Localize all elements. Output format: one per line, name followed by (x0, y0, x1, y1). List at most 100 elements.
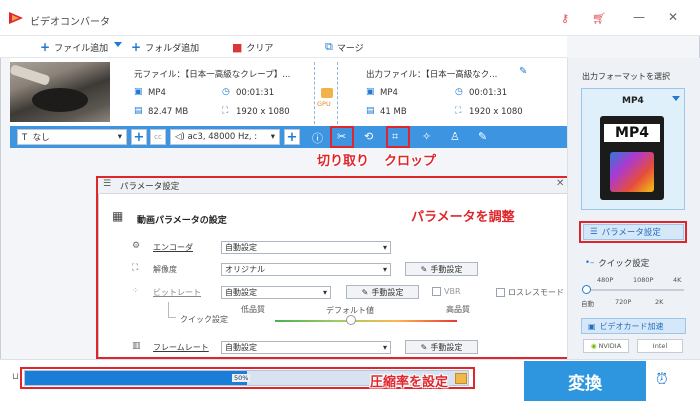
gpu-accel-label: ビデオカード加速 (599, 321, 664, 331)
merge-label: マージ (336, 43, 364, 54)
alarm-clock-icon[interactable]: ⏰︎ (656, 370, 668, 388)
audio-track-select[interactable]: ◁) ac3, 48000 Hz, : ▾ (170, 129, 280, 145)
resolution-slider-track[interactable] (584, 289, 684, 291)
file-size-icon: ⊔ (12, 372, 20, 382)
high-quality-label: 高品質 (446, 305, 470, 314)
convert-button[interactable]: 変換 (524, 361, 646, 401)
chevron-down-icon: ▾ (117, 132, 122, 142)
format-icon: ▣ (366, 87, 375, 97)
quick-settings-text: クイック設定 (598, 259, 650, 269)
add-folder-button[interactable]: + フォルダ追加 (131, 40, 199, 54)
low-quality-label: 低品質 (241, 305, 265, 314)
chevron-down-icon: ▾ (382, 343, 387, 352)
video-thumbnail[interactable] (9, 62, 110, 122)
encoder-select[interactable]: 自動設定 ▾ (221, 241, 391, 254)
vbr-checkbox[interactable]: VBR (432, 287, 461, 296)
encoder-icon: ⚙ (132, 241, 141, 251)
add-audio-button[interactable]: + (284, 129, 300, 145)
gpu-badge: GPU (317, 100, 331, 108)
format-dropdown-icon[interactable] (672, 96, 680, 101)
cut-highlight (330, 126, 354, 148)
source-resolution: 1920 x 1080 (236, 107, 290, 117)
minimize-icon[interactable]: — (633, 10, 645, 24)
format-icon: ▣ (134, 87, 143, 97)
res-2k: 2K (655, 298, 664, 306)
res-1080p: 1080P (633, 276, 654, 284)
gpu-acceleration-button[interactable]: ▣ ビデオカード加速 (581, 318, 686, 334)
rotate-icon[interactable]: ⟲ (364, 130, 373, 143)
quality-slider-track[interactable] (275, 320, 457, 322)
bitrate-label[interactable]: ビットレート (153, 287, 201, 298)
chip-icon: ▣ (588, 321, 596, 331)
info-icon[interactable]: ⓘ (312, 130, 323, 146)
watermark-icon[interactable]: ♙ (450, 130, 460, 143)
resolution-icon: ⛶ (132, 263, 139, 273)
clock-icon: ◷ (455, 87, 463, 97)
adjust-params-annotation: パラメータを調整 (411, 210, 515, 225)
chevron-down-icon: ▾ (322, 288, 327, 297)
crop-annotation: クロップ (384, 154, 437, 169)
vbr-label: VBR (444, 287, 461, 296)
trash-icon: ■ (232, 40, 243, 54)
output-format-label: 出力フォーマットを選択 (582, 72, 670, 81)
bitrate-select[interactable]: 自動設定 ▾ (221, 286, 331, 299)
effects-wand-icon[interactable]: ✧ (422, 130, 431, 143)
nvidia-label: NVIDIA (598, 342, 622, 350)
res-720p: 720P (615, 298, 632, 306)
text-icon: T (22, 133, 33, 143)
edit-pen-icon[interactable]: ✎ (478, 130, 487, 143)
cart-icon[interactable]: 🛒︎ (592, 12, 606, 25)
lossless-label: ロスレスモード (508, 288, 564, 297)
output-file-name: 出力ファイル：【日本一高級なク... (366, 70, 498, 80)
quality-slider-knob[interactable] (346, 315, 356, 325)
app-logo-icon (9, 12, 23, 24)
cc-icon[interactable]: cc (150, 129, 166, 145)
bitrate-manual-button[interactable]: ✎ 手動設定 (346, 285, 419, 299)
res-480p: 480P (597, 276, 614, 284)
add-subtitle-button[interactable]: + (131, 129, 147, 145)
clear-button[interactable]: ■ クリア (232, 40, 273, 54)
window-title: ビデオコンバータ (30, 17, 110, 28)
nvidia-eye-icon: ◉ (590, 342, 599, 350)
output-duration: 00:01:31 (469, 88, 508, 98)
pencil-icon: ✎ (420, 342, 428, 352)
bitrate-icon: ⁘ (132, 286, 139, 295)
resolution-select[interactable]: オリジナル ▾ (221, 263, 391, 276)
param-button-highlight (579, 221, 687, 243)
framerate-icon: ▥ (132, 341, 141, 351)
res-4k: 4K (673, 276, 682, 284)
framerate-select[interactable]: 自動設定 ▾ (221, 341, 391, 354)
chevron-down-icon: ▾ (382, 265, 387, 274)
checkbox (432, 287, 441, 296)
audio-track-value: ac3, 48000 Hz, : (187, 132, 258, 142)
lossless-checkbox[interactable]: ロスレスモード (496, 287, 564, 298)
source-format: MP4 (148, 88, 166, 98)
add-file-button[interactable]: + ファイル追加 (40, 40, 108, 54)
source-duration: 00:01:31 (236, 88, 275, 98)
resolution-icon: ⛶ (455, 106, 462, 116)
subtitle-value: なし (32, 133, 50, 143)
size-icon: ▤ (134, 106, 143, 116)
size-icon: ▤ (366, 106, 375, 116)
close-icon[interactable]: ✕ (668, 10, 678, 24)
merge-button[interactable]: ⧉ マージ (325, 40, 364, 54)
folder-icon[interactable] (455, 373, 467, 384)
pencil-icon: ✎ (420, 264, 428, 274)
framerate-label[interactable]: フレームレート (153, 342, 209, 353)
encoder-label[interactable]: エンコーダ (153, 242, 193, 253)
framerate-value: 自動設定 (225, 343, 257, 352)
resolution-slider-knob[interactable] (582, 285, 591, 294)
edit-name-icon[interactable]: ✎ (519, 66, 527, 77)
resolution-manual-button[interactable]: ✎ 手動設定 (405, 262, 478, 276)
framerate-manual-button[interactable]: ✎ 手動設定 (405, 340, 478, 354)
output-format: MP4 (380, 88, 398, 98)
key-icon[interactable]: ⚷ (561, 12, 569, 25)
quick-settings-label: クイック設定 (180, 315, 228, 324)
mp4-card-text: MP4 (604, 124, 660, 142)
resolution-icon: ⛶ (222, 106, 229, 116)
pencil-icon: ✎ (361, 287, 369, 297)
add-file-dropdown-icon[interactable] (114, 42, 122, 47)
manual-label: 手動設定 (371, 287, 404, 297)
checkbox (496, 288, 505, 297)
subtitle-select[interactable]: T なし ▾ (17, 129, 127, 145)
